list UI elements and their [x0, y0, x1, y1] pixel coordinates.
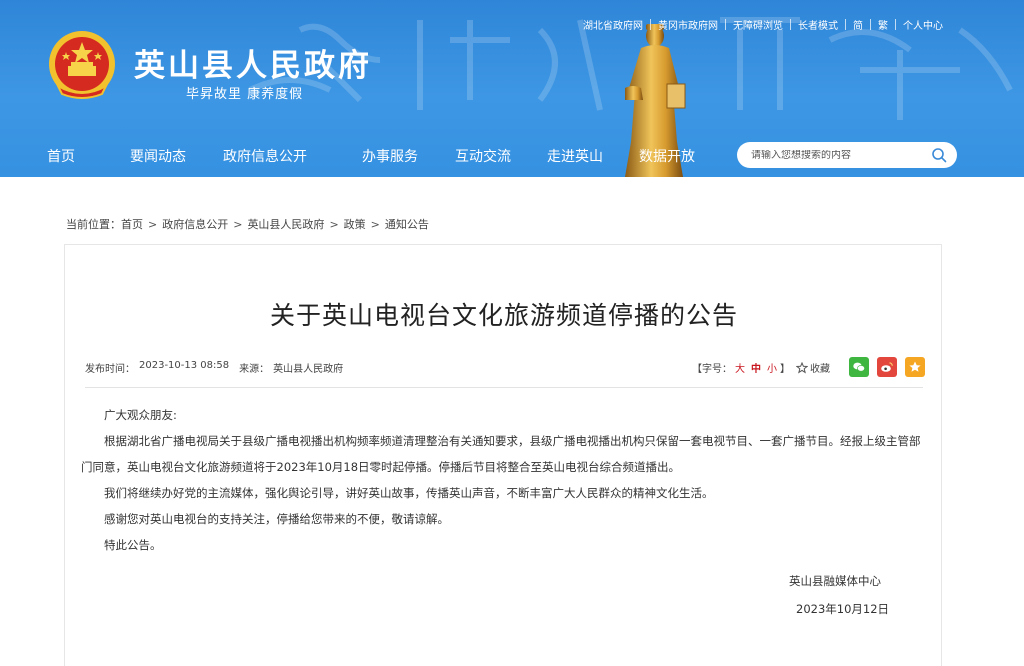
nav-home[interactable]: 首页 [47, 146, 75, 166]
link-huanggang-gov[interactable]: 黄冈市政府网 [651, 17, 725, 32]
top-links: 湖北省政府网 黄冈市政府网 无障碍浏览 长者模式 简 繁 个人中心 [576, 17, 950, 32]
publish-time: 2023-10-13 08:58 [139, 360, 230, 371]
paragraph-3: 感谢您对英山电视台的支持关注，停播给您带来的不便，敬请谅解。 [104, 512, 449, 526]
font-size-small[interactable]: 小 [767, 360, 777, 375]
link-accessibility[interactable]: 无障碍浏览 [726, 17, 790, 32]
source-value: 英山县人民政府 [273, 364, 344, 375]
link-simplified[interactable]: 简 [846, 17, 870, 32]
font-size-label: 【字号： [692, 364, 732, 375]
breadcrumb-separator: > [233, 217, 243, 231]
breadcrumb-policy[interactable]: 政策 [344, 216, 366, 232]
link-hubei-gov[interactable]: 湖北省政府网 [576, 17, 650, 32]
breadcrumb-gov-info[interactable]: 政府信息公开 [162, 216, 228, 232]
paragraph-1: 根据湖北省广播电视局关于县级广播电视播出机构频率频道清理整治有关通知要求，县级广… [81, 434, 921, 474]
link-user-center[interactable]: 个人中心 [896, 17, 950, 32]
signature: 英山县融媒体中心 [789, 574, 881, 588]
site-slogan: 毕昇故里 康养度假 [186, 87, 304, 102]
publish-label: 发布时间： [85, 364, 135, 375]
site-title: 英山县人民政府 [134, 48, 372, 84]
share-weibo-button[interactable] [877, 357, 897, 377]
nav-services[interactable]: 办事服务 [362, 146, 418, 166]
paragraph-2: 我们将继续办好党的主流媒体，强化舆论引导，讲好英山故事，传播英山声音，不断丰富广… [104, 486, 714, 500]
nav-open-data[interactable]: 数据开放 [639, 146, 695, 166]
paragraph-4: 特此公告。 [104, 538, 162, 552]
star-icon [796, 361, 808, 374]
search-input[interactable] [751, 149, 931, 161]
favorite-button[interactable]: 收藏 [796, 360, 830, 375]
nav-news[interactable]: 要闻动态 [130, 146, 186, 166]
nav-gov-info[interactable]: 政府信息公开 [223, 146, 307, 166]
breadcrumb-separator: > [148, 217, 158, 231]
breadcrumb-county-gov[interactable]: 英山县人民政府 [247, 216, 324, 232]
wechat-icon [853, 362, 865, 372]
sign-date: 2023年10月12日 [796, 602, 890, 616]
article-title: 关于英山电视台文化旅游频道停播的公告 [269, 301, 738, 330]
breadcrumb-separator: > [370, 217, 380, 231]
breadcrumb: 当前位置： 首页 > 政府信息公开 > 英山县人民政府 > 政策 > 通知公告 [66, 216, 429, 232]
breadcrumb-notices[interactable]: 通知公告 [385, 216, 429, 232]
search-icon[interactable] [931, 147, 947, 163]
article-meta: 发布时间： 2023-10-13 08:58 来源： 英山县人民政府 [85, 360, 343, 375]
weibo-icon [881, 362, 893, 372]
share-wechat-button[interactable] [849, 357, 869, 377]
link-elder-mode[interactable]: 长者模式 [791, 17, 845, 32]
link-traditional[interactable]: 繁 [871, 17, 895, 32]
meta-divider [85, 387, 923, 388]
font-size-close: 】 [780, 364, 790, 375]
nav-about-yingshan[interactable]: 走进英山 [547, 146, 603, 166]
font-size-medium[interactable]: 中 [751, 360, 761, 375]
breadcrumb-prefix: 当前位置： [66, 218, 121, 231]
article-card: 关于英山电视台文化旅游频道停播的公告 发布时间： 2023-10-13 08:5… [64, 244, 942, 666]
source-label: 来源： [239, 364, 270, 375]
greeting: 广大观众朋友: [104, 408, 177, 422]
qzone-icon [909, 361, 921, 372]
nav-interaction[interactable]: 互动交流 [455, 146, 511, 166]
favorite-label: 收藏 [810, 364, 830, 375]
breadcrumb-home[interactable]: 首页 [121, 216, 143, 232]
breadcrumb-separator: > [329, 217, 339, 231]
search-box [737, 142, 957, 168]
article-body: 广大观众朋友: 根据湖北省广播电视局关于县级广播电视播出机构频率频道清理整治有关… [81, 402, 929, 558]
share-qzone-button[interactable] [905, 357, 925, 377]
font-size-control: 【字号： 大 中 小 】 收藏 [692, 360, 830, 375]
national-emblem-icon [49, 31, 115, 99]
font-size-large[interactable]: 大 [735, 360, 745, 375]
